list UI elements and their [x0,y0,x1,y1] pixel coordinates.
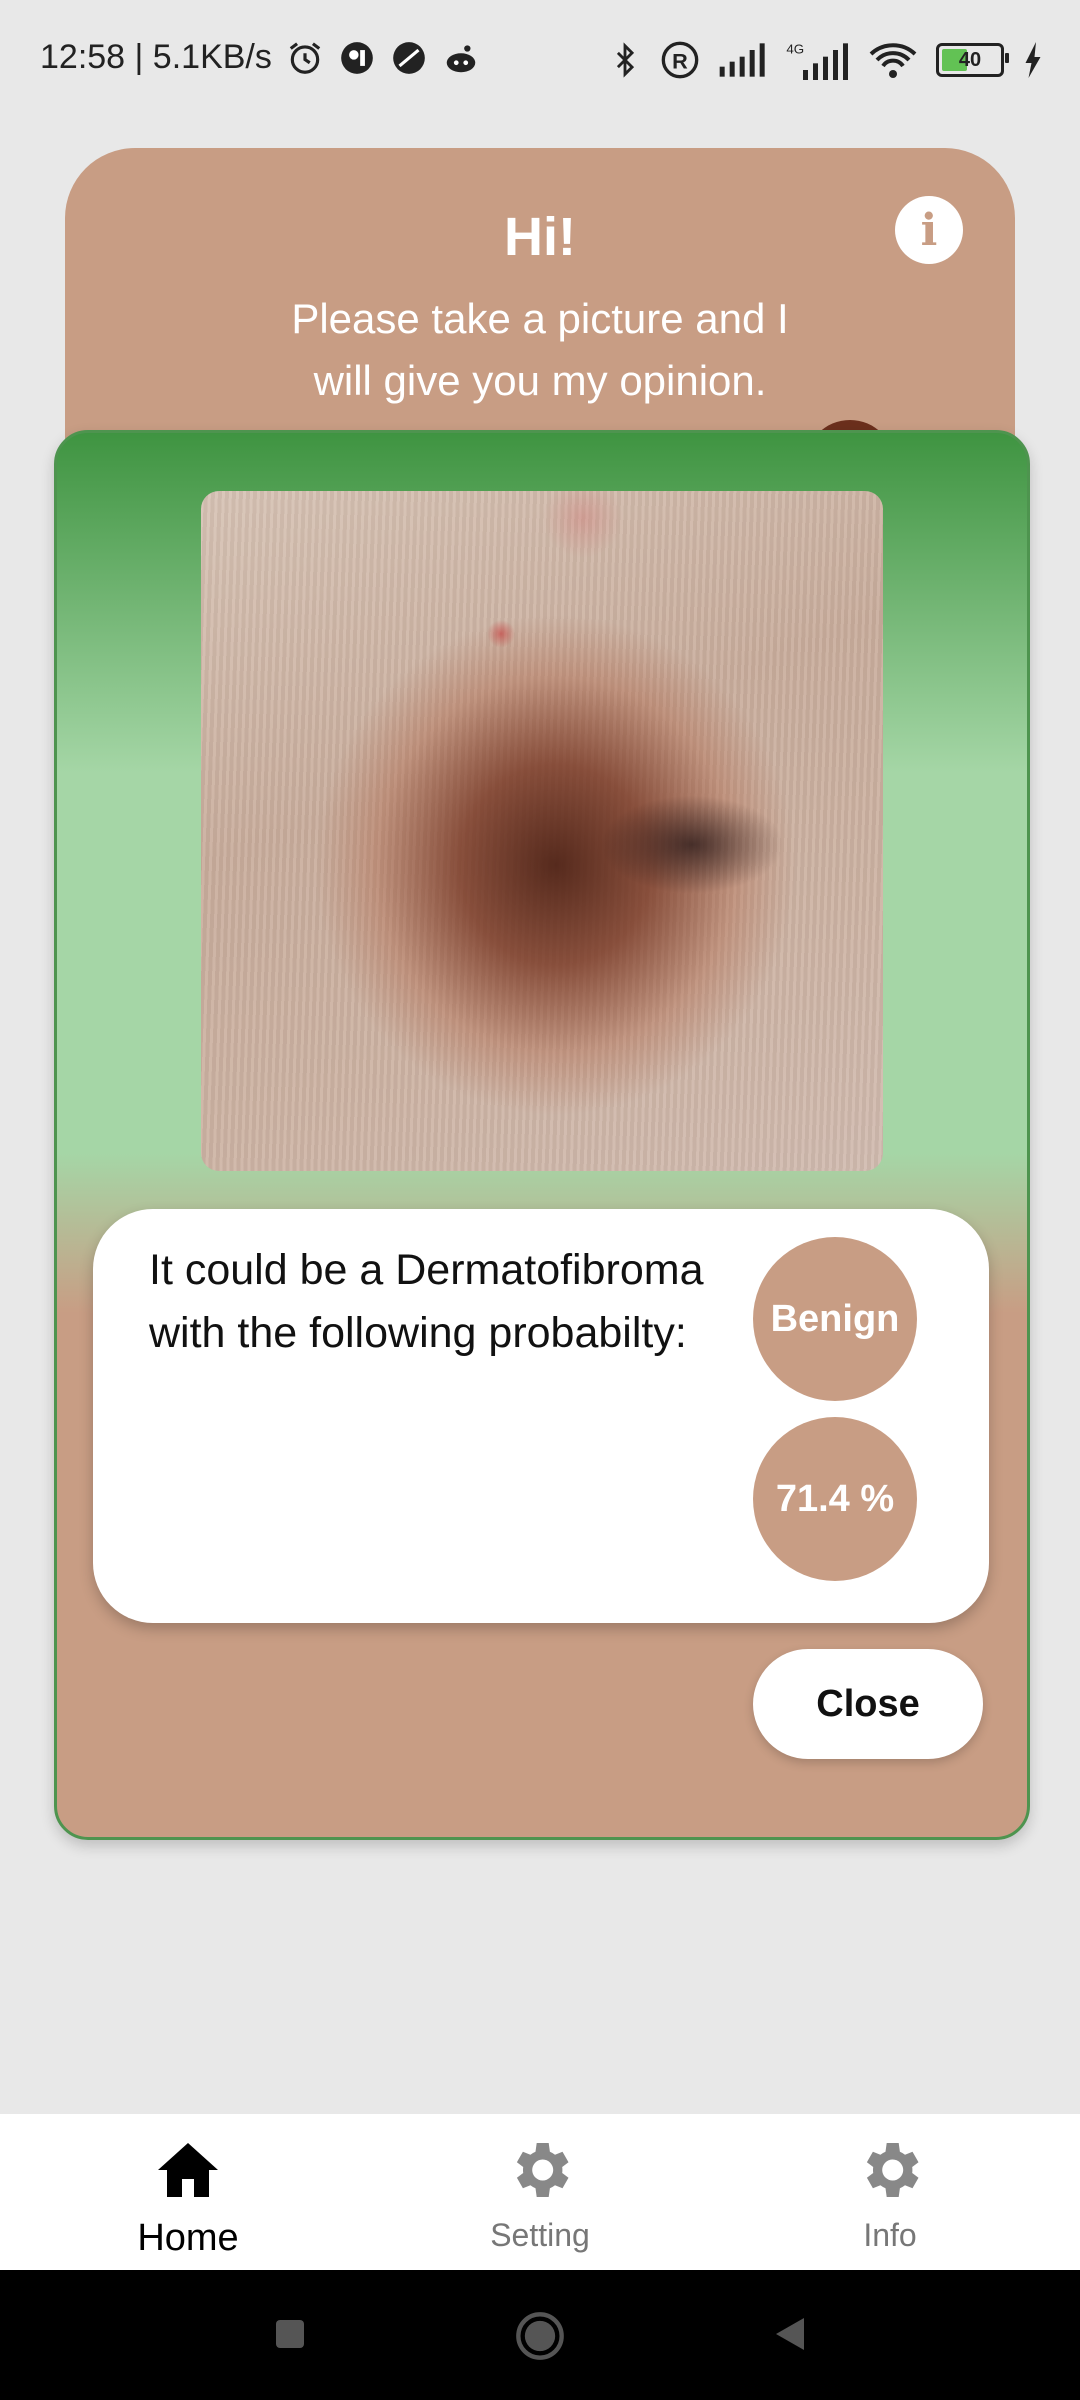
result-text: It could be a Dermatofibroma with the fo… [149,1246,704,1357]
nav-label-info: Info [863,2217,917,2253]
bluetooth-icon [616,42,635,78]
home-icon [158,2143,218,2197]
svg-text:R: R [672,48,688,73]
time-speed-text: 12:58 | 5.1KB/s [40,38,272,76]
greeting-title: Hi! [504,207,576,267]
info-button[interactable]: i [895,196,963,264]
battery-indicator: 40 [936,43,1009,77]
alarm-icon [289,41,321,74]
status-right: R 4G 40 [608,40,1044,80]
status-bar: 12:58 | 5.1KB/s R 4G 40 [0,0,1080,130]
probability-badge: 71.4 % [753,1417,917,1581]
gear-icon [516,2143,569,2197]
result-dialog: It could be a Dermatofibroma with the fo… [54,430,1030,1840]
gear-icon [866,2143,919,2197]
result-card: It could be a Dermatofibroma with the fo… [93,1209,989,1623]
signal-4g-icon: 4G [786,41,848,80]
app-notification-icon-2 [393,41,425,74]
nav-label-setting: Setting [490,2217,590,2253]
charging-icon [1025,42,1041,78]
nav-item-home[interactable]: Home [8,2134,368,2260]
wifi-icon [869,43,917,78]
nav-label-home: Home [137,2217,239,2259]
bottom-navigation: Home Setting Info [0,2114,1080,2270]
system-navigation-bar [0,2270,1080,2400]
status-left: 12:58 | 5.1KB/s [40,38,480,77]
network-label: 4G [786,41,804,56]
close-button[interactable]: Close [753,1649,983,1759]
recents-icon[interactable] [266,2310,314,2358]
greeting-subtitle: Please take a picture and I will give yo… [291,295,789,404]
skin-lesion-photo [201,491,883,1171]
battery-level: 40 [958,48,982,71]
classification-badge: Benign [753,1237,917,1401]
back-icon[interactable] [766,2310,814,2358]
signal-icon [719,43,765,77]
nav-item-setting[interactable]: Setting [360,2134,720,2254]
registered-icon: R [661,41,699,79]
info-icon: i [920,204,938,256]
app-notification-icon [341,41,373,74]
app-notification-icon-3 [446,44,476,72]
nav-item-info[interactable]: Info [710,2134,1070,2254]
home-circle-icon[interactable] [514,2310,566,2362]
